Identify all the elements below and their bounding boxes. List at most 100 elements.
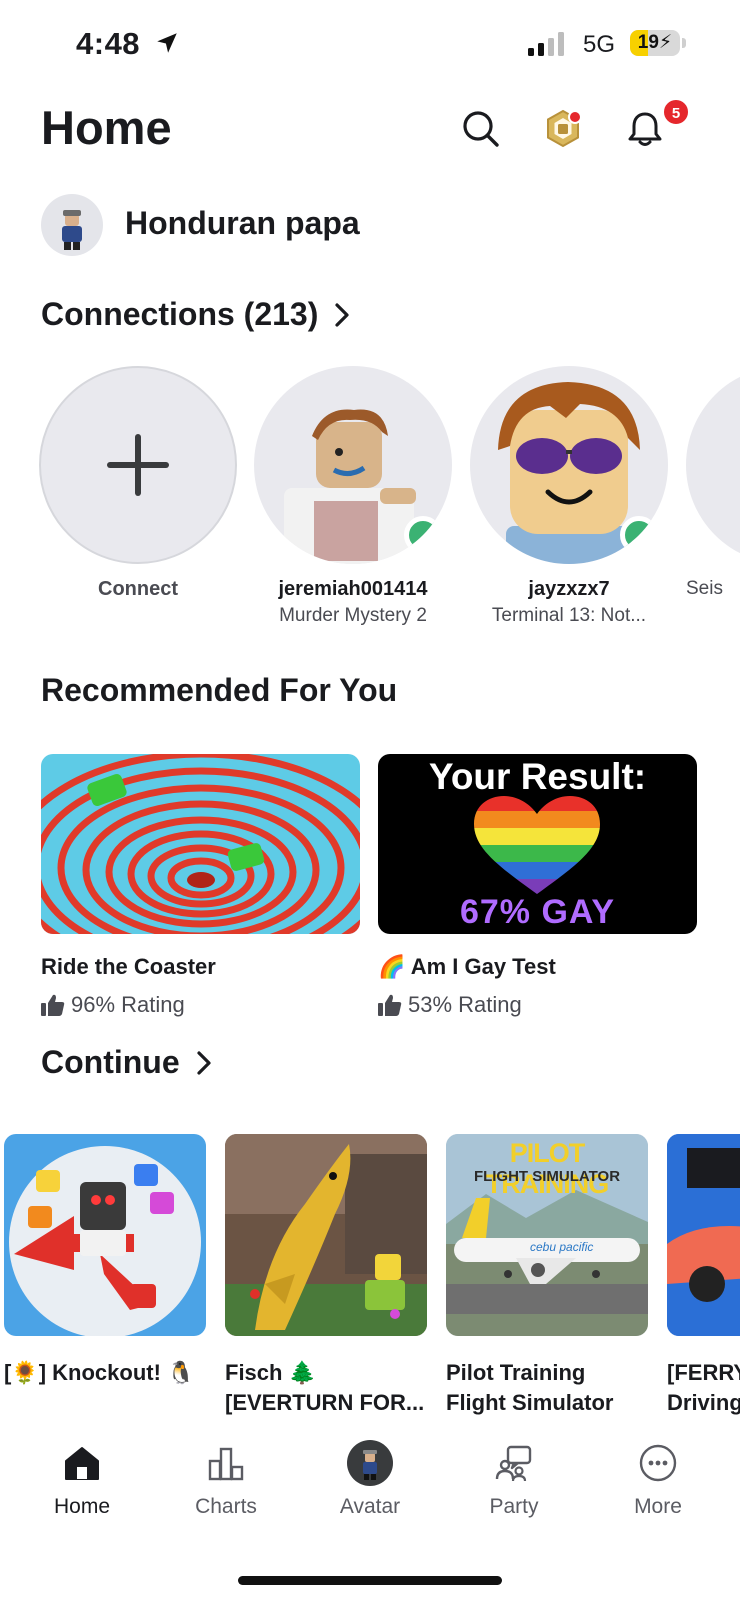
thumbnail-livery: cebu pacific	[530, 1240, 594, 1254]
page-title: Home	[41, 101, 172, 154]
game-card[interactable]: [FERRY Driving	[667, 1134, 740, 1418]
game-rating: 53% Rating	[378, 992, 697, 1018]
profile-avatar[interactable]	[41, 194, 103, 256]
battery-level: 19⚡	[637, 32, 673, 53]
nav-label: Avatar	[339, 1495, 401, 1518]
connections-title: Connections (213)	[41, 296, 319, 332]
network-type: 5G	[583, 31, 616, 58]
nav-more[interactable]: More	[586, 1425, 730, 1519]
connection-status: Seis	[686, 578, 723, 599]
online-status-dot	[404, 516, 442, 554]
status-bar: 4:48 5G 19⚡	[0, 0, 740, 90]
game-title-line1: Fisch 🌲	[225, 1360, 316, 1385]
rainbow-emoji: 🌈	[378, 954, 406, 979]
game-card[interactable]: PILOT TRAINING FLIGHT SIMULATOR cebu pac…	[446, 1134, 648, 1418]
avatar-image	[62, 210, 82, 250]
continue-title: Continue	[41, 1044, 180, 1080]
game-title-line1: [🌻] Knockout! 🐧	[4, 1360, 195, 1385]
game-title-line1: Pilot Training	[446, 1360, 586, 1385]
profile-name[interactable]: Honduran papa	[125, 205, 360, 242]
battery-nub	[682, 38, 686, 48]
nav-label: Party	[489, 1495, 539, 1518]
connection-status: Murder Mystery 2	[279, 605, 427, 626]
game-thumbnail[interactable]	[667, 1134, 740, 1336]
bell-icon	[628, 112, 662, 146]
avatar-icon	[346, 1439, 394, 1487]
rating-text: 53% Rating	[408, 992, 522, 1017]
chevron-right-icon	[335, 302, 349, 327]
game-thumbnail[interactable]: Your Result: 67% GAY	[378, 754, 697, 934]
game-title-line2: Flight Simulator	[446, 1390, 614, 1415]
connections-header[interactable]: Connections (213)	[41, 296, 352, 333]
status-time: 4:48	[76, 26, 141, 61]
connection-name: jayzxzx7	[528, 578, 610, 600]
more-icon	[634, 1439, 682, 1487]
ride-the-coaster-thumbnail	[41, 754, 360, 934]
nav-charts[interactable]: Charts	[154, 1425, 298, 1519]
connection-status: Terminal 13: Not...	[491, 605, 647, 626]
notification-count-badge: 5	[662, 98, 690, 126]
game-title: Ride the Coaster	[41, 954, 216, 979]
connection-item[interactable]: jayzxzx7 Terminal 13: Not...	[470, 366, 668, 627]
connection-avatar[interactable]	[686, 366, 740, 564]
connect-item[interactable]: Connect	[39, 366, 237, 601]
game-thumbnail[interactable]: PILOT TRAINING FLIGHT SIMULATOR cebu pac…	[446, 1134, 648, 1336]
party-icon	[490, 1439, 538, 1487]
robux-button[interactable]	[540, 106, 586, 152]
game-thumbnail[interactable]	[4, 1134, 206, 1336]
battery-icon: 19⚡	[630, 30, 680, 56]
nav-avatar[interactable]: Avatar	[298, 1425, 442, 1519]
connection-item[interactable]: Seis	[686, 366, 740, 600]
game-title-line1: [FERRY	[667, 1360, 740, 1385]
recommended-title: Recommended For You	[41, 672, 398, 708]
thumbnail-subheading: FLIGHT SIMULATOR	[473, 1168, 621, 1185]
thumbs-up-icon	[41, 994, 65, 1016]
game-thumbnail[interactable]	[41, 754, 360, 934]
connect-label: Connect	[98, 578, 178, 600]
knockout-thumbnail	[4, 1134, 206, 1336]
rating-text: 96% Rating	[71, 992, 185, 1017]
game-title-line2: [EVERTURN FOR...	[225, 1390, 425, 1415]
game-title: 🌈 Am I Gay Test	[378, 954, 697, 980]
connection-avatar[interactable]	[470, 366, 668, 564]
home-icon	[58, 1439, 106, 1487]
plus-icon	[107, 434, 169, 496]
ferry-driving-thumbnail	[667, 1134, 740, 1336]
game-title: Fisch 🌲 [EVERTURN FOR...	[225, 1358, 427, 1418]
connect-button[interactable]	[39, 366, 237, 564]
game-card[interactable]: Ride the Coaster 96% Rating	[41, 754, 360, 1018]
nav-label: Home	[53, 1495, 111, 1518]
online-status-dot	[620, 516, 658, 554]
game-card[interactable]: [🌻] Knockout! 🐧	[4, 1134, 206, 1388]
game-rating: 96% Rating	[41, 992, 360, 1018]
recommended-header: Recommended For You	[41, 672, 397, 709]
connection-avatar[interactable]	[254, 366, 452, 564]
connection-item[interactable]: jeremiah001414 Murder Mystery 2	[254, 366, 452, 627]
nav-label: More	[634, 1495, 682, 1518]
charts-icon	[202, 1439, 250, 1487]
nav-label: Charts	[195, 1495, 257, 1518]
home-indicator	[238, 1576, 502, 1585]
nav-home[interactable]: Home	[10, 1425, 154, 1519]
game-title: [FERRY Driving	[667, 1358, 740, 1418]
thumbs-up-icon	[378, 994, 402, 1016]
game-title: [🌻] Knockout! 🐧	[4, 1358, 206, 1388]
cellular-signal-icon	[528, 32, 564, 56]
game-card[interactable]: Your Result: 67% GAY 🌈 Am I Gay Test 53%…	[378, 754, 697, 1018]
continue-header[interactable]: Continue	[41, 1044, 214, 1081]
nav-party[interactable]: Party	[442, 1425, 586, 1519]
connection-name: jeremiah001414	[278, 578, 428, 600]
search-icon	[463, 111, 499, 147]
game-title-line2: Driving	[667, 1390, 740, 1415]
location-arrow-icon	[157, 33, 177, 53]
game-thumbnail[interactable]	[225, 1134, 427, 1336]
search-button[interactable]	[458, 106, 504, 152]
fisch-thumbnail	[225, 1134, 427, 1336]
thumbnail-result: 67% GAY	[459, 893, 616, 931]
robux-icon	[547, 109, 582, 148]
bottom-nav: Home Charts Avatar Party More	[0, 1425, 740, 1600]
game-title-text: Am I Gay Test	[410, 954, 556, 979]
chevron-right-icon	[197, 1050, 211, 1075]
game-card[interactable]: Fisch 🌲 [EVERTURN FOR...	[225, 1134, 427, 1418]
game-title: Pilot Training Flight Simulator	[446, 1358, 648, 1418]
